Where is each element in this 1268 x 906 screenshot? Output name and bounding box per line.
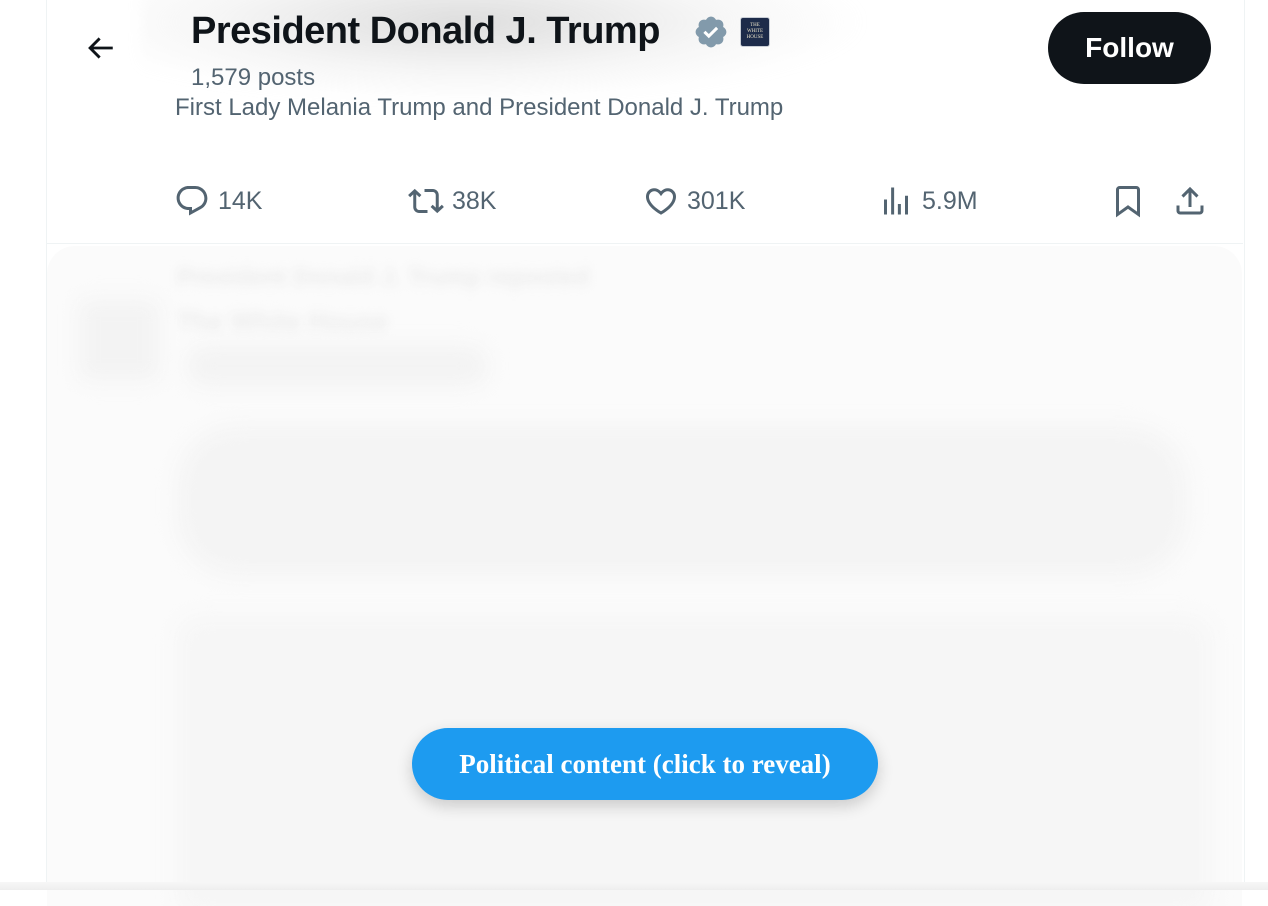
bookmark-icon bbox=[1116, 186, 1140, 218]
retweet-icon bbox=[408, 188, 444, 214]
reply-icon bbox=[176, 186, 208, 216]
tweet-caption: First Lady Melania Trump and President D… bbox=[175, 94, 784, 121]
blurred-next-tweet: President Donald J. Trump reposted The W… bbox=[47, 246, 1242, 906]
posts-count: 1,579 posts bbox=[191, 64, 316, 91]
tweet-divider bbox=[47, 243, 1243, 244]
retweet-count: 38K bbox=[452, 186, 497, 215]
blurred-author: The White House bbox=[177, 306, 388, 336]
like-icon bbox=[645, 188, 677, 215]
reply-button[interactable]: 14K bbox=[174, 180, 262, 222]
blurred-retweet-line: President Donald J. Trump reposted bbox=[177, 264, 590, 291]
retweet-button[interactable]: 38K bbox=[408, 180, 496, 222]
views-count: 5.9M bbox=[922, 186, 978, 215]
bookmark-button[interactable] bbox=[1110, 180, 1154, 222]
blurred-tag bbox=[187, 346, 487, 386]
like-count: 301K bbox=[687, 186, 746, 215]
bottom-edge bbox=[0, 882, 1268, 890]
follow-button[interactable]: Follow bbox=[1048, 12, 1211, 84]
blurred-text bbox=[177, 426, 1187, 576]
blurred-avatar bbox=[79, 300, 159, 380]
share-icon bbox=[1176, 186, 1204, 215]
share-button[interactable] bbox=[1172, 180, 1216, 222]
back-arrow-icon bbox=[88, 37, 113, 59]
back-button[interactable] bbox=[78, 26, 122, 70]
affiliate-badge-label: THE WHITE HOUSE bbox=[746, 23, 764, 40]
reply-count: 14K bbox=[218, 186, 263, 215]
affiliate-badge-icon[interactable]: THE WHITE HOUSE bbox=[740, 17, 770, 47]
views-button[interactable]: 5.9M bbox=[878, 180, 978, 222]
like-button[interactable]: 301K bbox=[643, 180, 745, 222]
views-icon bbox=[884, 187, 908, 215]
profile-name: President Donald J. Trump bbox=[191, 10, 660, 52]
reveal-political-content-button[interactable]: Political content (click to reveal) bbox=[412, 728, 878, 800]
verified-icon bbox=[695, 16, 727, 48]
